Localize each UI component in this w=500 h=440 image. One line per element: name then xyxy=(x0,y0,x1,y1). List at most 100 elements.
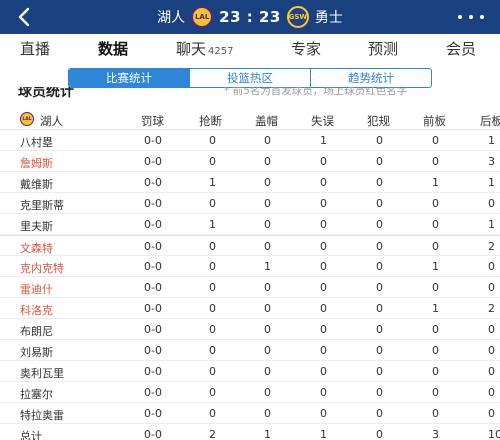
table-row[interactable]: 里夫斯 0-0 1 0 0 0 0 1 xyxy=(0,214,500,235)
tab-experts[interactable]: 专家 xyxy=(291,38,321,59)
subtab-shot-chart[interactable]: 投篮热区 xyxy=(190,69,311,87)
stat-cell: 0 xyxy=(320,281,327,294)
section-note: * 前5名为首发球员，场上球员红色名字 xyxy=(224,87,408,97)
stat-cell: 0 xyxy=(320,407,327,420)
table-row[interactable]: 雷迪什 0-0 0 0 0 0 0 0 xyxy=(0,277,500,298)
player-name[interactable]: 戴维斯 xyxy=(20,176,53,192)
subtab-game-stats[interactable]: 比赛统计 xyxy=(69,69,190,87)
table-row[interactable]: 戴维斯 0-0 1 0 0 0 1 1 xyxy=(0,172,500,193)
column-header: 后板 xyxy=(480,114,500,128)
player-name[interactable]: 克内克特 xyxy=(20,260,64,276)
stat-cell: 0-0 xyxy=(144,155,162,168)
tab-experts-label: 专家 xyxy=(291,40,322,58)
player-name[interactable]: 里夫斯 xyxy=(20,218,53,234)
stat-cell: 0-0 xyxy=(144,260,162,273)
subtab-trend-stats[interactable]: 趋势统计 xyxy=(311,69,431,87)
stat-cell: 0 xyxy=(264,386,271,399)
stat-cell: 1 xyxy=(264,260,271,273)
stat-cell: 0 xyxy=(264,302,271,315)
tab-predict-label: 预测 xyxy=(368,40,399,58)
stat-cell: 0 xyxy=(488,365,495,378)
stat-cell: 1 xyxy=(209,176,216,189)
table-row[interactable]: 克内克特 0-0 0 1 0 0 1 0 xyxy=(0,256,500,277)
stat-cell: 0 xyxy=(264,197,271,210)
column-header: 前板 xyxy=(423,114,446,128)
stat-cell: 0-0 xyxy=(144,386,162,399)
stat-cell: 0 xyxy=(320,302,327,315)
stat-cell: 0 xyxy=(264,240,271,253)
stat-cell: 0-0 xyxy=(144,365,162,378)
stat-cell: 0 xyxy=(320,323,327,336)
tab-live[interactable]: 直播 xyxy=(20,38,50,59)
stat-cell: 0 xyxy=(432,386,439,399)
table-row[interactable]: 詹姆斯 0-0 0 0 0 0 0 3 xyxy=(0,151,500,172)
more-options-icon[interactable] xyxy=(458,9,484,25)
lakers-badge-icon: LAL xyxy=(20,112,34,126)
player-name[interactable]: 科洛克 xyxy=(20,302,53,318)
player-name[interactable]: 特拉奥雷 xyxy=(20,407,64,423)
column-header: 犯规 xyxy=(367,114,390,128)
player-name[interactable]: 文森特 xyxy=(20,240,53,256)
tab-data[interactable]: 数据 xyxy=(98,38,128,59)
table-row[interactable]: 特拉奥雷 0-0 0 0 0 0 0 0 xyxy=(0,403,500,424)
stat-cell: 0 xyxy=(376,260,383,273)
stat-cell: 0 xyxy=(209,197,216,210)
tab-chat[interactable]: 聊天 4257 xyxy=(176,38,233,59)
table-row[interactable]: 八村塁 0-0 0 0 1 0 0 1 xyxy=(0,130,500,151)
stat-cell: 0 xyxy=(376,407,383,420)
stat-cell: 0 xyxy=(264,407,271,420)
player-name[interactable]: 拉塞尔 xyxy=(20,386,53,402)
scoreboard: 湖人 LAL 23 : 23 GSW 勇士 xyxy=(0,0,500,34)
table-header-row: LAL 湖人 罚球 抢断 盖帽 失误 犯规 前板 后板 xyxy=(0,108,500,130)
stat-cell: 0 xyxy=(320,344,327,357)
table-row[interactable]: 布朗尼 0-0 0 0 0 0 0 0 xyxy=(0,319,500,340)
player-name[interactable]: 刘易斯 xyxy=(20,344,53,360)
home-team-name: 湖人 xyxy=(157,10,186,26)
stat-cell: 0 xyxy=(432,197,439,210)
stat-cell: 0-0 xyxy=(144,218,162,231)
tab-vip[interactable]: 会员 xyxy=(446,38,476,59)
player-stats-table: LAL 湖人 罚球 抢断 盖帽 失误 犯规 前板 后板 八村塁 0-0 0 0 1 0 0 1… xyxy=(0,108,500,440)
stat-cell: 0 xyxy=(320,386,327,399)
player-name[interactable]: 八村塁 xyxy=(20,134,53,150)
total-row[interactable]: 总计 0-0 2 1 1 0 3 10 xyxy=(0,424,500,440)
top-bar: 湖人 LAL 23 : 23 GSW 勇士 xyxy=(0,0,500,34)
player-name[interactable]: 布朗尼 xyxy=(20,323,53,339)
section-title: 球员统计 xyxy=(18,87,74,98)
table-row[interactable]: 文森特 0-0 0 0 0 0 0 2 xyxy=(0,235,500,256)
stat-cell: 0-0 xyxy=(144,176,162,189)
stat-cell: 1 xyxy=(264,428,271,440)
stat-cell: 0 xyxy=(376,281,383,294)
stat-cell: 0 xyxy=(432,240,439,253)
stat-cell: 0 xyxy=(432,218,439,231)
main-tabs: 直播 数据 聊天 4257 专家 预测 会员 xyxy=(0,34,500,64)
table-row[interactable]: 科洛克 0-0 0 0 0 0 1 2 xyxy=(0,298,500,319)
stat-cell: 0 xyxy=(376,365,383,378)
player-name[interactable]: 雷迪什 xyxy=(20,281,53,297)
stat-cell: 0 xyxy=(209,134,216,147)
column-header: 抢断 xyxy=(199,114,222,128)
stat-cell: 0-0 xyxy=(144,281,162,294)
stat-cell: 0-0 xyxy=(144,240,162,253)
stat-cell: 0 xyxy=(209,407,216,420)
stat-cell: 0 xyxy=(264,218,271,231)
stat-cell: 0-0 xyxy=(144,407,162,420)
table-row[interactable]: 克里斯蒂 0-0 0 0 0 0 0 0 xyxy=(0,193,500,214)
stat-cell: 0 xyxy=(376,323,383,336)
stat-cell: 1 xyxy=(209,218,216,231)
player-name[interactable]: 詹姆斯 xyxy=(20,155,53,171)
away-team-name: 勇士 xyxy=(314,10,343,26)
stat-cell: 0 xyxy=(320,240,327,253)
score-text: 23 : 23 xyxy=(219,8,281,26)
table-row[interactable]: 拉塞尔 0-0 0 0 0 0 0 0 xyxy=(0,382,500,403)
player-name[interactable]: 奥利瓦里 xyxy=(20,365,64,381)
tab-predict[interactable]: 预测 xyxy=(368,38,398,59)
stat-cell: 0-0 xyxy=(144,428,162,440)
player-name[interactable]: 克里斯蒂 xyxy=(20,197,64,213)
table-row[interactable]: 奥利瓦里 0-0 0 0 0 0 0 0 xyxy=(0,361,500,382)
column-header: 罚球 xyxy=(141,114,164,128)
stat-cell: 1 xyxy=(432,176,439,189)
stat-cell: 1 xyxy=(320,134,327,147)
table-row[interactable]: 刘易斯 0-0 0 0 0 0 0 0 xyxy=(0,340,500,361)
lakers-logo-icon: LAL xyxy=(191,6,214,28)
